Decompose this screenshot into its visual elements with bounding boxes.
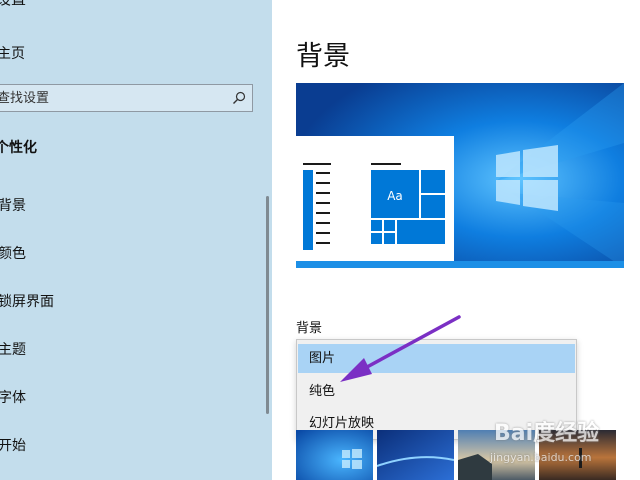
- watermark: Bai度经验 jingyan.baidu.com: [476, 403, 626, 478]
- sidebar-item-colors[interactable]: 颜色: [0, 243, 26, 263]
- watermark-url: jingyan.baidu.com: [490, 451, 592, 464]
- page-title: 背景: [296, 41, 350, 72]
- sidebar-item-lock-screen[interactable]: 锁屏界面: [0, 291, 54, 311]
- settings-sidebar: 设置 主页 个性化 背景 颜色 锁屏界面 主题 字体 开始: [0, 0, 272, 480]
- watermark-brand: Bai度经验: [494, 421, 600, 446]
- search-box[interactable]: [0, 84, 253, 112]
- desktop-preview: Aa: [296, 83, 624, 268]
- sidebar-item-background[interactable]: 背景: [0, 195, 26, 215]
- sidebar-item-themes[interactable]: 主题: [0, 339, 26, 359]
- sidebar-item-fonts[interactable]: 字体: [0, 387, 26, 407]
- preview-tile-label: Aa: [387, 189, 403, 203]
- thumbnail-blue-light[interactable]: [377, 430, 454, 480]
- search-icon[interactable]: [232, 91, 246, 105]
- dropdown-option-picture[interactable]: 图片: [298, 344, 575, 373]
- background-type-label: 背景: [296, 321, 323, 336]
- thumbnail-windows[interactable]: [296, 430, 373, 480]
- sidebar-scrollbar[interactable]: [266, 196, 269, 414]
- dropdown-option-solid-color[interactable]: 纯色: [298, 377, 575, 406]
- search-input[interactable]: [0, 85, 217, 111]
- window-title: 设置: [0, 0, 26, 9]
- sidebar-item-start[interactable]: 开始: [0, 435, 26, 455]
- sidebar-item-home[interactable]: 主页: [0, 43, 25, 63]
- sidebar-section-title: 个性化: [0, 140, 37, 156]
